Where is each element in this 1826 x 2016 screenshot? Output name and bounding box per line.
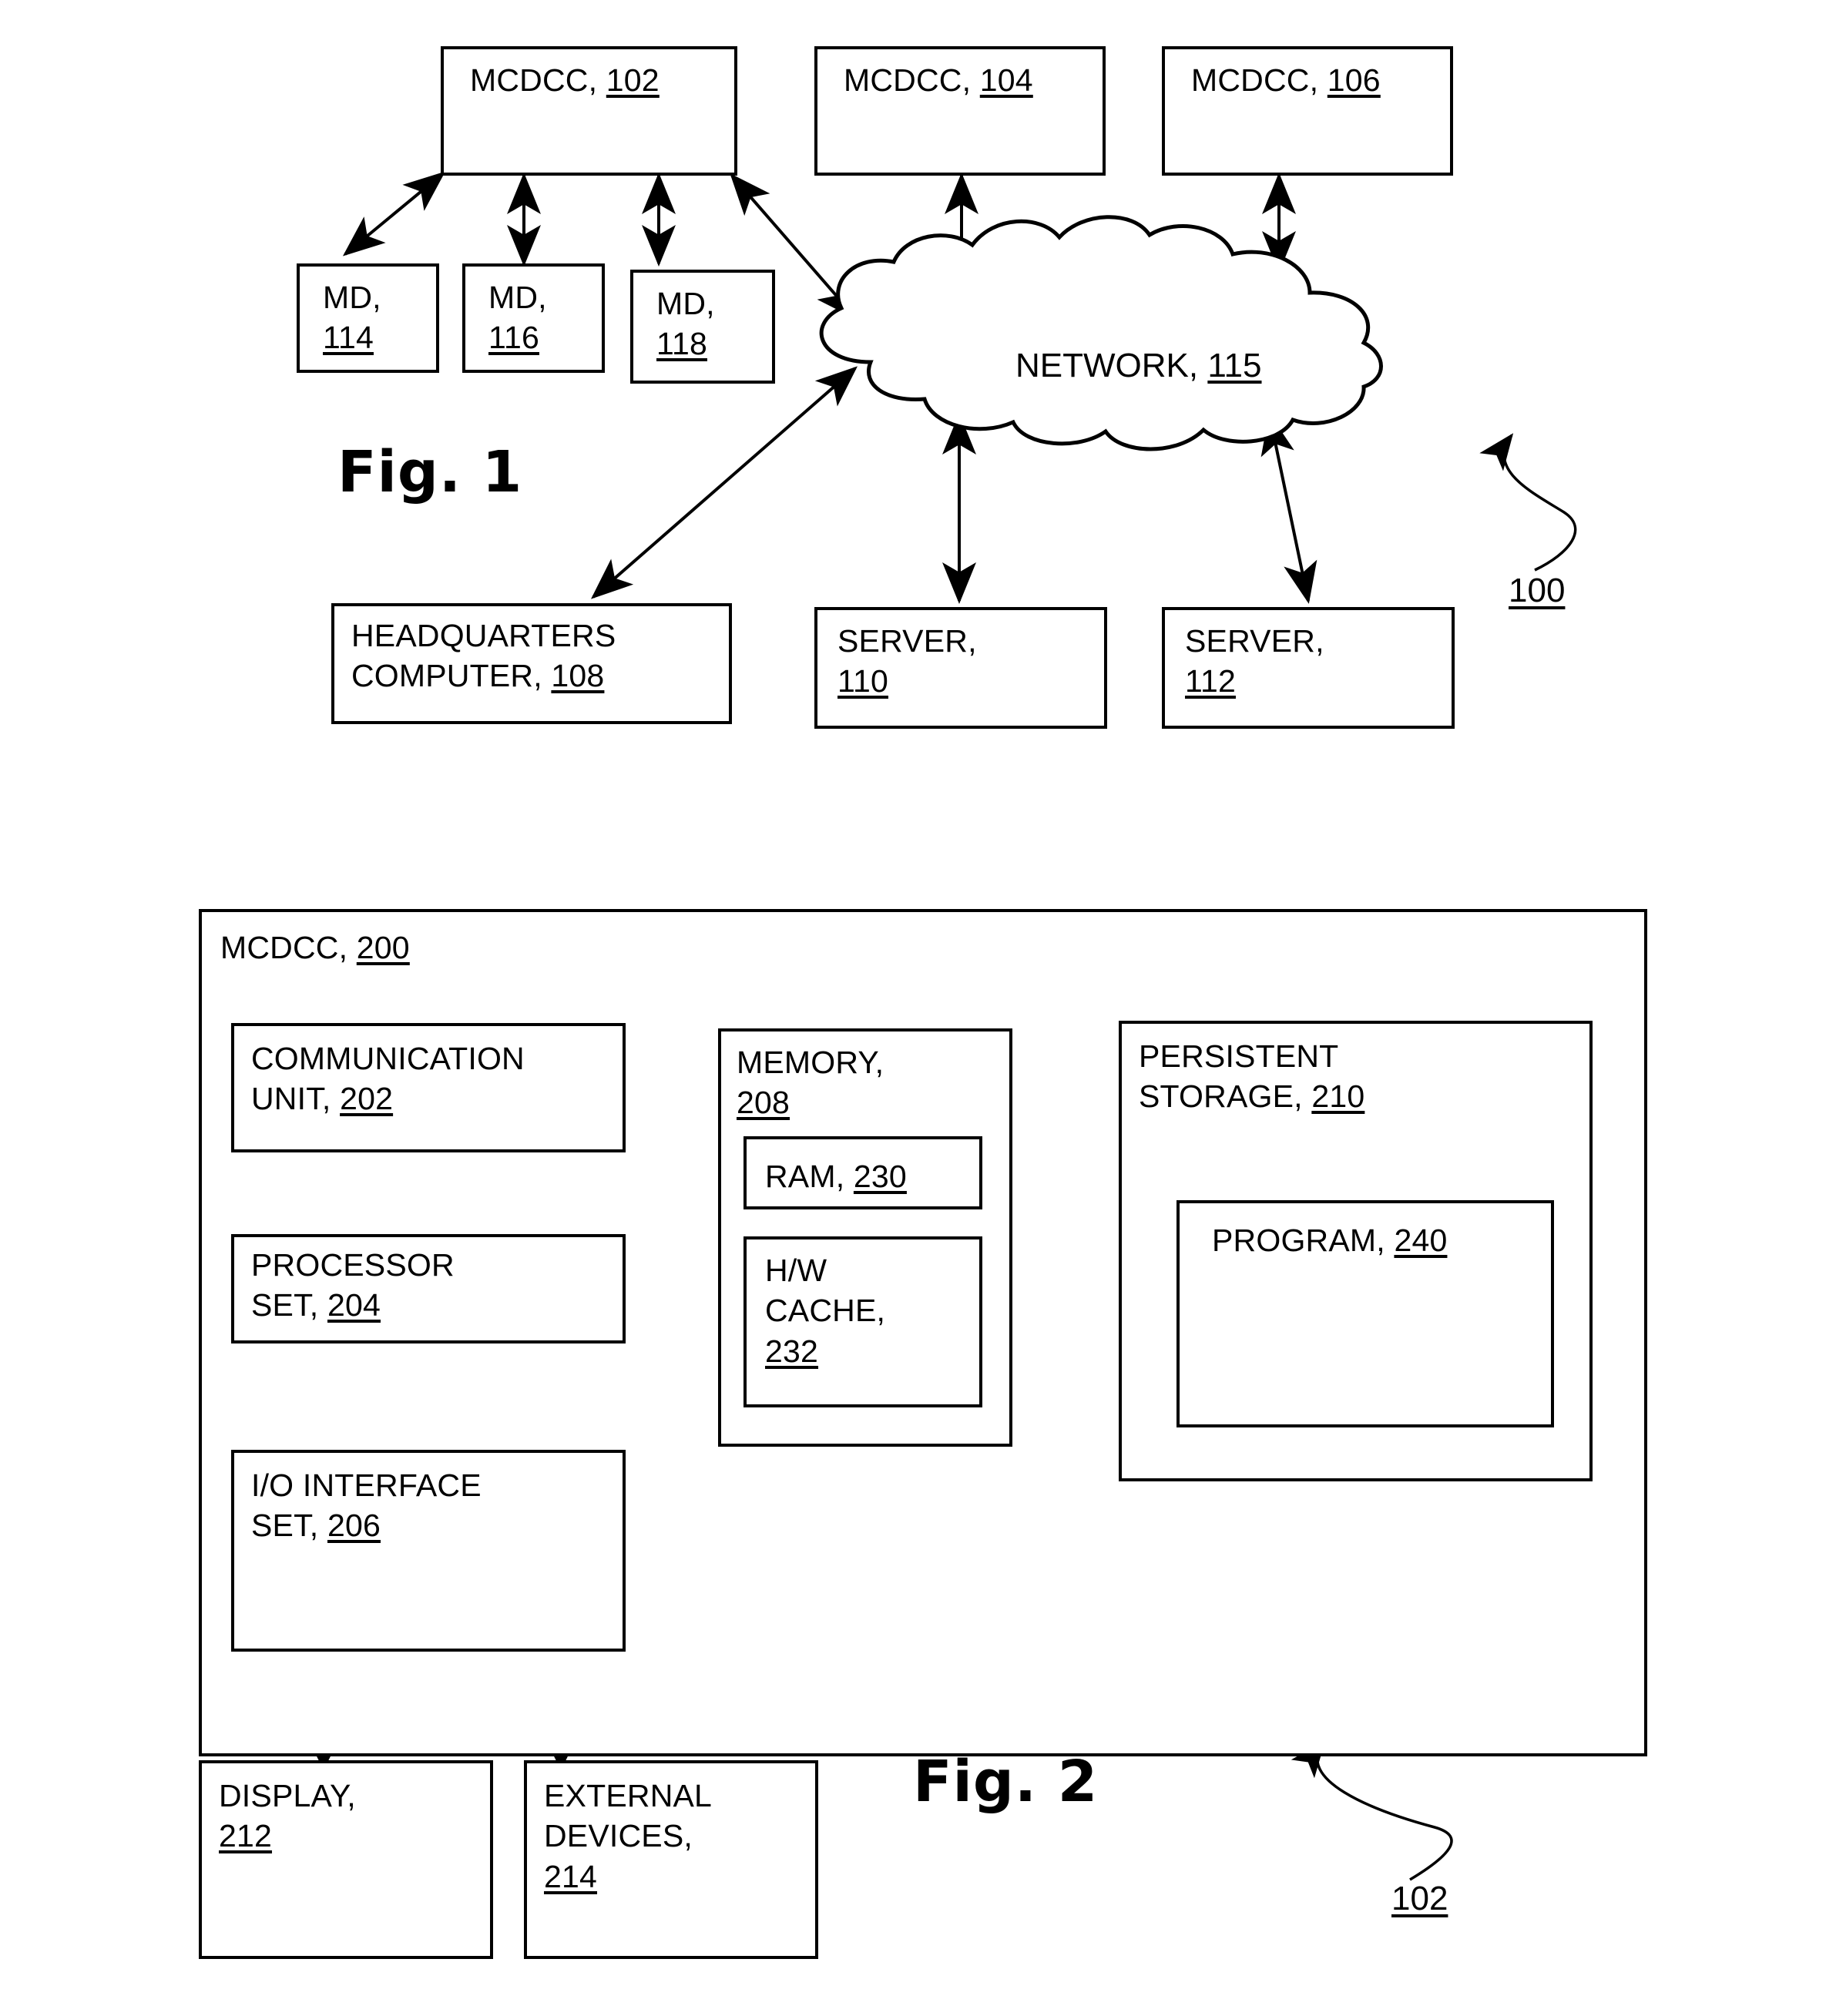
figure-1-system-reference: 100: [1509, 572, 1566, 609]
md-114-box[interactable]: MD, 114: [297, 263, 439, 373]
headquarters-computer-108-label: HEADQUARTERS COMPUTER, 108: [351, 618, 616, 694]
headquarters-computer-108-box[interactable]: HEADQUARTERS COMPUTER, 108: [331, 603, 732, 724]
processor-set-204-label: PROCESSOR SET, 204: [251, 1247, 455, 1323]
figure-1-caption: Fig. 1: [337, 439, 523, 505]
md-116-box[interactable]: MD, 116: [462, 263, 605, 373]
arrow-network-server112: [1260, 413, 1317, 604]
mcdcc-104-box[interactable]: MCDCC, 104: [814, 46, 1106, 176]
arrow-network-headquarters: [590, 366, 858, 599]
figure-2-caption: Fig. 2: [913, 1749, 1099, 1815]
md-114-label: MD, 114: [323, 280, 381, 356]
mcdcc-200-label: MCDCC, 200: [220, 930, 410, 965]
server-110-label: SERVER, 110: [837, 623, 977, 699]
arrow-mcdcc102-md114: [342, 171, 446, 257]
program-240-box[interactable]: PROGRAM, 240: [1176, 1200, 1554, 1427]
network-cloud-shape: [819, 215, 1383, 451]
program-240-label: PROGRAM, 240: [1212, 1223, 1448, 1258]
server-112-label: SERVER, 112: [1185, 623, 1324, 699]
display-212-box[interactable]: DISPLAY, 212: [199, 1760, 493, 1959]
io-interface-set-206-label: I/O INTERFACE SET, 206: [251, 1468, 482, 1544]
server-110-box[interactable]: SERVER, 110: [814, 607, 1107, 729]
network-label: NETWORK, 115: [1015, 347, 1262, 384]
md-118-box[interactable]: MD, 118: [630, 270, 775, 384]
mcdcc-102-box[interactable]: MCDCC, 102: [441, 46, 737, 176]
mcdcc-106-label: MCDCC, 106: [1191, 62, 1381, 98]
memory-208-label: MEMORY, 208: [737, 1045, 884, 1121]
server-112-box[interactable]: SERVER, 112: [1162, 607, 1455, 729]
md-116-label: MD, 116: [488, 280, 547, 356]
mcdcc-102-label: MCDCC, 102: [470, 62, 660, 98]
ram-230-box[interactable]: RAM, 230: [743, 1136, 982, 1209]
reference-squiggle-100: [1479, 433, 1577, 572]
external-devices-214-label: EXTERNAL DEVICES, 214: [544, 1778, 713, 1894]
hw-cache-232-box[interactable]: H/W CACHE, 232: [743, 1236, 982, 1407]
external-devices-214-box[interactable]: EXTERNAL DEVICES, 214: [524, 1760, 818, 1959]
mcdcc-106-box[interactable]: MCDCC, 106: [1162, 46, 1453, 176]
md-118-label: MD, 118: [656, 286, 715, 362]
communication-unit-202-label: COMMUNICATION UNIT, 202: [251, 1041, 525, 1117]
hw-cache-232-label: H/W CACHE, 232: [765, 1253, 886, 1369]
mcdcc-104-label: MCDCC, 104: [844, 62, 1033, 98]
display-212-label: DISPLAY, 212: [219, 1778, 356, 1854]
processor-set-204-box[interactable]: PROCESSOR SET, 204: [231, 1234, 626, 1343]
patent-figure-sheet: MCDCC, 102 MCDCC, 104 MCDCC, 106 MD, 114…: [0, 0, 1826, 2016]
ram-230-label: RAM, 230: [765, 1159, 907, 1194]
reference-squiggle-102: [1291, 1740, 1453, 1881]
figure-2-device-reference: 102: [1391, 1880, 1448, 1917]
communication-unit-202-box[interactable]: COMMUNICATION UNIT, 202: [231, 1023, 626, 1152]
persistent-storage-210-label: PERSISTENT STORAGE, 210: [1139, 1038, 1365, 1115]
io-interface-set-206-box[interactable]: I/O INTERFACE SET, 206: [231, 1450, 626, 1652]
